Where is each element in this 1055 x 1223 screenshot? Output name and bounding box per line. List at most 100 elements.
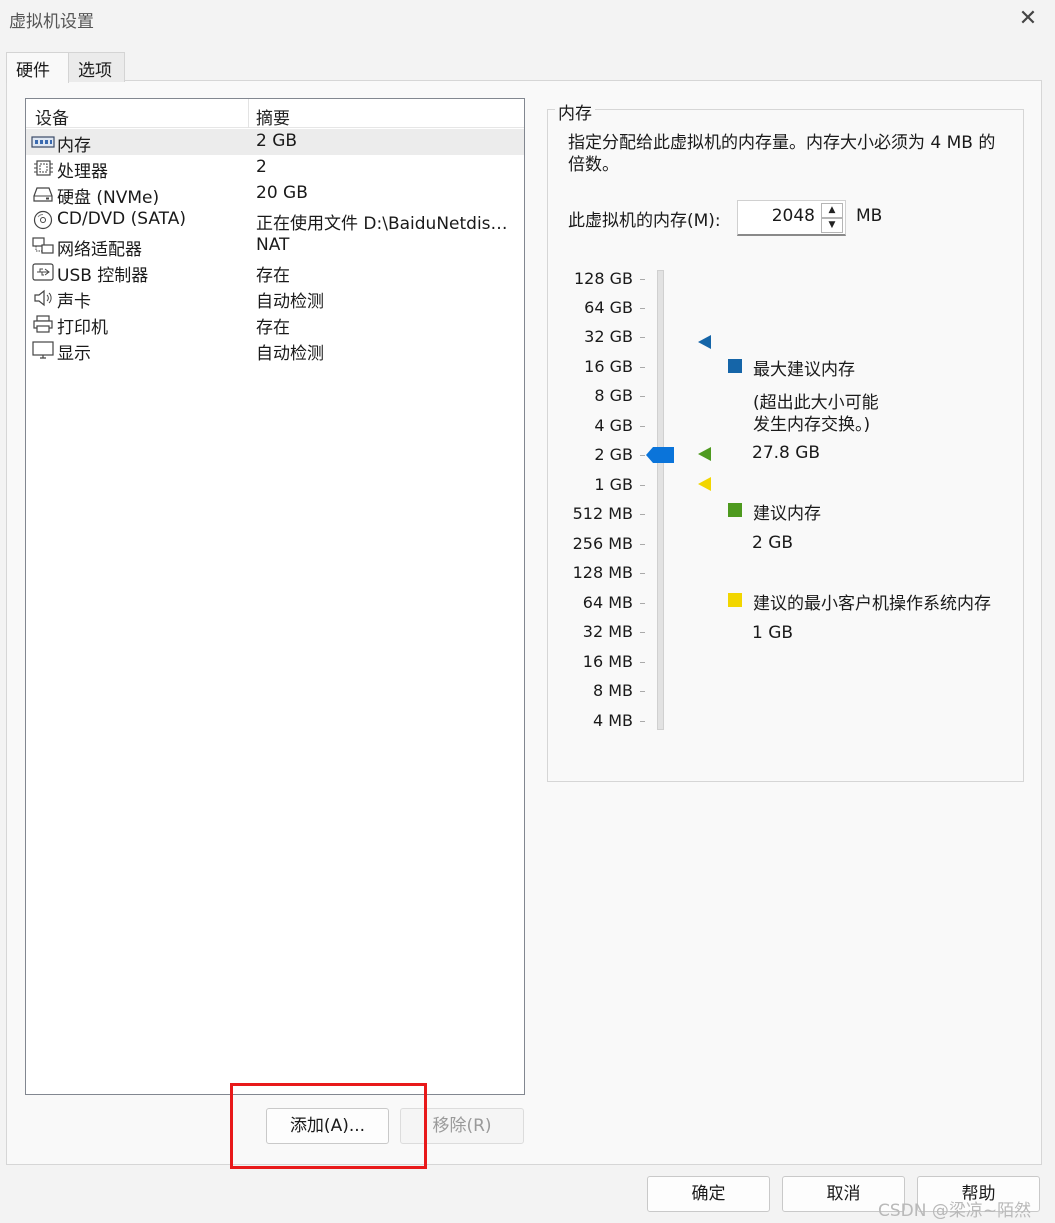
memory-slider-track[interactable]: [657, 270, 664, 730]
max-recommended-marker: [698, 335, 711, 349]
device-row-network-adapter[interactable]: 网络适配器 NAT: [26, 233, 524, 260]
device-summary: NAT: [256, 235, 290, 255]
scale-label: 2 GB: [594, 445, 633, 464]
ok-button[interactable]: 确定: [647, 1176, 770, 1212]
memory-slider-thumb[interactable]: [646, 447, 674, 463]
harddisk-icon: [33, 187, 53, 202]
device-name: 处理器: [57, 162, 108, 182]
legend-min-guest-swatch: [728, 593, 742, 607]
device-row-processor[interactable]: 处理器 2: [26, 155, 524, 182]
column-header-summary[interactable]: 摘要: [256, 104, 290, 129]
device-summary: 2 GB: [256, 131, 298, 151]
legend-max-label: 最大建议内存: [753, 360, 855, 380]
device-row-memory[interactable]: 内存 2 GB: [26, 129, 524, 156]
device-row-harddisk[interactable]: 硬盘 (NVMe) 20 GB: [26, 181, 524, 208]
legend-min-guest-value: 1 GB: [752, 623, 794, 643]
scale-label: 16 GB: [584, 357, 633, 376]
device-list[interactable]: 设备 摘要 内存 2 GB 处理器 2 硬盘 (NVMe) 20 GB CD/D…: [25, 98, 525, 1095]
scale-tick: [640, 485, 645, 486]
column-header-device[interactable]: 设备: [35, 104, 69, 129]
scale-label: 128 MB: [572, 563, 633, 582]
processor-icon: [34, 160, 53, 176]
legend-max-note-2: 发生内存交换。): [753, 415, 871, 435]
scale-tick: [640, 632, 645, 633]
device-name: 打印机: [57, 318, 108, 338]
legend-recommended-value: 2 GB: [752, 533, 794, 553]
title-bar: 虚拟机设置 ✕: [0, 0, 1055, 38]
device-name: 硬盘 (NVMe): [57, 188, 160, 208]
remove-button[interactable]: 移除(R): [400, 1108, 524, 1144]
legend-recommended-swatch: [728, 503, 742, 517]
scale-tick: [640, 603, 645, 604]
scale-label: 64 GB: [584, 298, 633, 317]
scale-tick: [640, 544, 645, 545]
device-row-cd-dvd[interactable]: CD/DVD (SATA) 正在使用文件 D:\BaiduNetdisk...: [26, 207, 524, 234]
scale-tick: [640, 721, 645, 722]
tab-options[interactable]: 选项: [68, 52, 125, 82]
spin-down-icon[interactable]: ▼: [821, 218, 843, 233]
scale-tick: [640, 367, 645, 368]
legend-max-swatch: [728, 359, 742, 373]
tab-hardware[interactable]: 硬件: [6, 52, 69, 83]
device-name: 显示: [57, 344, 91, 364]
speaker-icon: [34, 289, 52, 307]
memory-description: 指定分配给此虚拟机的内存量。内存大小必须为 4 MB 的倍数。: [568, 133, 996, 175]
recommended-marker: [698, 447, 711, 461]
memory-size-value[interactable]: 2048: [772, 206, 815, 226]
add-button[interactable]: 添加(A)...: [266, 1108, 389, 1144]
legend-recommended-label: 建议内存: [753, 504, 821, 524]
network-adapter-icon: [32, 237, 54, 254]
memory-size-input[interactable]: 2048 ▲ ▼: [737, 200, 846, 236]
scale-label: 32 MB: [582, 622, 633, 641]
device-summary: 存在: [256, 266, 290, 286]
spin-up-icon[interactable]: ▲: [821, 203, 843, 218]
device-summary: 正在使用文件 D:\BaiduNetdisk...: [256, 214, 516, 234]
scale-tick: [640, 455, 645, 456]
scale-label: 16 MB: [582, 652, 633, 671]
scale-tick: [640, 573, 645, 574]
scale-label: 512 MB: [572, 504, 633, 523]
scale-tick: [640, 514, 645, 515]
device-row-display[interactable]: 显示 自动检测: [26, 337, 524, 364]
memory-unit-label: MB: [856, 206, 883, 226]
watermark-text: CSDN @梁凉~陌然: [878, 1201, 1032, 1221]
device-name: CD/DVD (SATA): [57, 209, 186, 229]
cd-dvd-icon: [33, 210, 53, 230]
scale-label: 4 GB: [594, 416, 633, 435]
device-row-usb-controller[interactable]: USB 控制器 存在: [26, 259, 524, 286]
device-summary: 自动检测: [256, 344, 324, 364]
device-summary: 存在: [256, 318, 290, 338]
legend-max-value: 27.8 GB: [752, 443, 821, 463]
scale-label: 4 MB: [592, 711, 633, 730]
scale-tick: [640, 691, 645, 692]
scale-tick: [640, 337, 645, 338]
device-row-printer[interactable]: 打印机 存在: [26, 311, 524, 338]
device-row-sound-card[interactable]: 声卡 自动检测: [26, 285, 524, 312]
scale-label: 8 MB: [592, 681, 633, 700]
printer-icon: [33, 315, 53, 333]
window-title: 虚拟机设置: [9, 12, 94, 32]
scale-tick: [640, 396, 645, 397]
memory-field-label: 此虚拟机的内存(M):: [568, 211, 721, 231]
memory-icon: [31, 136, 55, 148]
usb-icon: [32, 263, 54, 281]
device-summary: 20 GB: [256, 183, 308, 203]
vm-settings-window: 虚拟机设置 ✕ 硬件 选项 设备 摘要 内存 2 GB 处理器 2 硬盘 (NV…: [0, 0, 1055, 1223]
scale-tick: [640, 279, 645, 280]
device-summary: 2: [256, 157, 267, 177]
scale-label: 256 MB: [572, 534, 633, 553]
scale-tick: [640, 662, 645, 663]
scale-tick: [640, 426, 645, 427]
list-header: 设备 摘要: [26, 99, 524, 129]
scale-label: 1 GB: [594, 475, 633, 494]
close-icon[interactable]: ✕: [1015, 6, 1041, 32]
scale-label: 32 GB: [584, 327, 633, 346]
memory-group-title: 内存: [555, 99, 595, 124]
column-divider[interactable]: [248, 99, 249, 128]
min-guest-marker: [698, 477, 711, 491]
monitor-icon: [32, 341, 54, 359]
scale-label: 64 MB: [582, 593, 633, 612]
device-name: USB 控制器: [57, 266, 149, 286]
device-name: 声卡: [57, 292, 91, 312]
legend-min-guest-label: 建议的最小客户机操作系统内存: [753, 594, 991, 614]
